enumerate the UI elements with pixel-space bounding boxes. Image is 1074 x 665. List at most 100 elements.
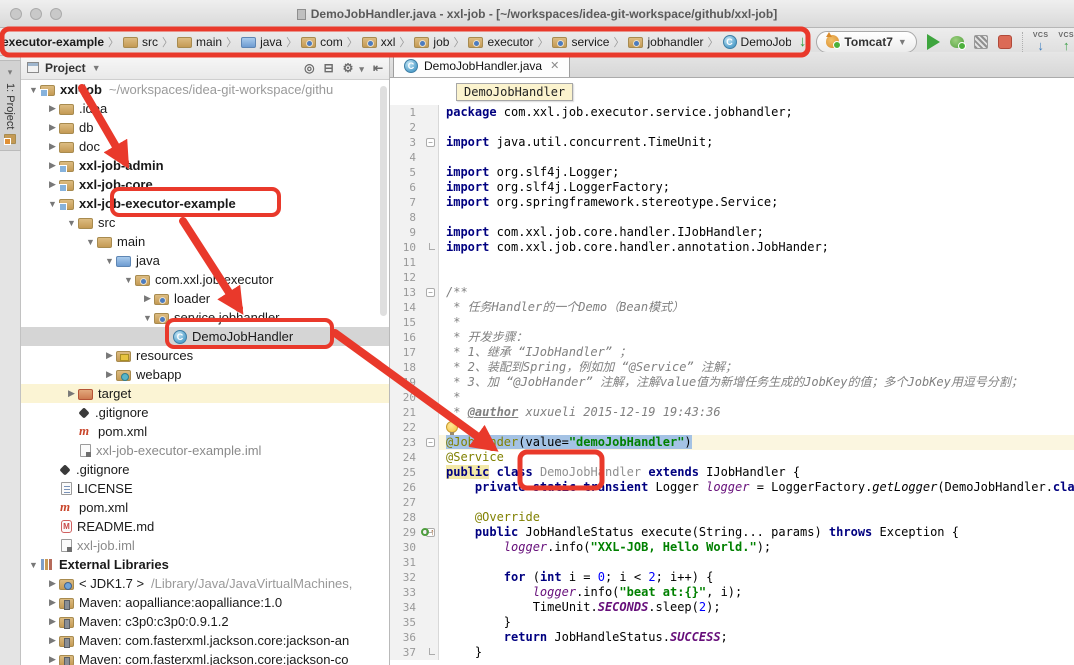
- code-line-15[interactable]: 15 *: [390, 315, 1074, 330]
- fold-marker-icon[interactable]: −: [426, 438, 435, 447]
- expand-toggle-icon[interactable]: ▶: [46, 141, 59, 152]
- chevron-down-icon[interactable]: ▼: [92, 63, 101, 73]
- fold-marker-icon[interactable]: −: [426, 288, 435, 297]
- code-line-27[interactable]: 27: [390, 495, 1074, 510]
- project-tool-window-tab[interactable]: ▾ 1: Project: [0, 60, 21, 151]
- expand-toggle-icon[interactable]: ▶: [46, 578, 59, 589]
- breadcrumb-item-xxl[interactable]: xxl: [362, 35, 396, 49]
- tree-row-license[interactable]: LICENSE: [21, 479, 389, 498]
- code-line-30[interactable]: 30 logger.info("XXL-JOB, Hello World.");: [390, 540, 1074, 555]
- breadcrumb-item-job[interactable]: job: [414, 35, 449, 49]
- debug-button[interactable]: [950, 36, 964, 48]
- tree-row-.gitignore[interactable]: .gitignore: [21, 460, 389, 479]
- expand-toggle-icon[interactable]: ▼: [27, 85, 40, 95]
- breadcrumb-item-demojobhandler[interactable]: DemoJobHandler: [723, 35, 791, 49]
- breadcrumb-item-jobhandler[interactable]: jobhandler: [628, 35, 703, 49]
- code-line-28[interactable]: 28 @Override: [390, 510, 1074, 525]
- expand-toggle-icon[interactable]: ▼: [65, 218, 78, 228]
- fold-marker-icon[interactable]: −: [426, 138, 435, 147]
- project-scrollbar[interactable]: [380, 86, 387, 316]
- code-line-35[interactable]: 35 }: [390, 615, 1074, 630]
- expand-toggle-icon[interactable]: ▶: [46, 103, 59, 114]
- code-line-1[interactable]: 1package com.xxl.job.executor.service.jo…: [390, 105, 1074, 120]
- tree-row-maven-com.fasterxml.jackson.core-jackson-an[interactable]: ▶Maven: com.fasterxml.jackson.core:jacks…: [21, 631, 389, 650]
- scroll-down-icon[interactable]: ↓: [799, 34, 807, 49]
- tree-row-target[interactable]: ▶target: [21, 384, 389, 403]
- tree-row-db[interactable]: ▶db: [21, 118, 389, 137]
- tree-row-resources[interactable]: ▶resources: [21, 346, 389, 365]
- tree-row-src[interactable]: ▼src: [21, 213, 389, 232]
- expand-toggle-icon[interactable]: ▶: [103, 369, 116, 380]
- code-line-36[interactable]: 36 return JobHandleStatus.SUCCESS;: [390, 630, 1074, 645]
- tree-row-loader[interactable]: ▶loader: [21, 289, 389, 308]
- code-line-14[interactable]: 14 * 任务Handler的一个Demo（Bean模式）: [390, 300, 1074, 315]
- expand-toggle-icon[interactable]: ▶: [46, 160, 59, 171]
- code-line-7[interactable]: 7import org.springframework.stereotype.S…: [390, 195, 1074, 210]
- code-line-6[interactable]: 6import org.slf4j.LoggerFactory;: [390, 180, 1074, 195]
- tree-row-pom.xml[interactable]: pom.xml: [21, 498, 389, 517]
- expand-toggle-icon[interactable]: ▶: [46, 597, 59, 608]
- fold-marker-icon[interactable]: [429, 243, 435, 250]
- expand-toggle-icon[interactable]: ▶: [46, 122, 59, 133]
- tree-row-com.xxl.job.executor[interactable]: ▼com.xxl.job.executor: [21, 270, 389, 289]
- expand-toggle-icon[interactable]: ▼: [46, 199, 59, 209]
- code-line-34[interactable]: 34 TimeUnit.SECONDS.sleep(2);: [390, 600, 1074, 615]
- run-button[interactable]: [927, 34, 940, 50]
- tree-row--jdk1.7-[interactable]: ▶< JDK1.7 >/Library/Java/JavaVirtualMach…: [21, 574, 389, 593]
- code-line-24[interactable]: 24@Service: [390, 450, 1074, 465]
- code-line-8[interactable]: 8: [390, 210, 1074, 225]
- fold-marker-icon[interactable]: [429, 648, 435, 655]
- tree-row-maven-c3p0-c3p0-0.9.1.2[interactable]: ▶Maven: c3p0:c3p0:0.9.1.2: [21, 612, 389, 631]
- code-line-4[interactable]: 4: [390, 150, 1074, 165]
- code-line-29[interactable]: 29− public JobHandleStatus execute(Strin…: [390, 525, 1074, 540]
- breadcrumb-item-executor[interactable]: executor: [468, 35, 533, 49]
- gear-icon[interactable]: ⚙▾: [343, 61, 364, 75]
- breadcrumb-item-com[interactable]: com: [301, 35, 343, 49]
- editor-tab-demojobhandler[interactable]: DemoJobHandler.java ✕: [393, 53, 570, 77]
- breadcrumb-item-service[interactable]: service: [552, 35, 609, 49]
- tree-row-java[interactable]: ▼java: [21, 251, 389, 270]
- code-editor[interactable]: 1package com.xxl.job.executor.service.jo…: [390, 105, 1074, 665]
- collapse-all-icon[interactable]: ⊟: [324, 61, 334, 75]
- tree-row-doc[interactable]: ▶doc: [21, 137, 389, 156]
- tree-row-xxl-job-admin[interactable]: ▶xxl-job-admin: [21, 156, 389, 175]
- run-configuration-select[interactable]: Tomcat7 ▼: [816, 31, 916, 53]
- hide-panel-icon[interactable]: ⇤: [373, 61, 383, 75]
- code-line-16[interactable]: 16 * 开发步骤：: [390, 330, 1074, 345]
- code-line-22[interactable]: 22: [390, 420, 1074, 435]
- code-line-2[interactable]: 2: [390, 120, 1074, 135]
- tree-row-.idea[interactable]: ▶.idea: [21, 99, 389, 118]
- expand-toggle-icon[interactable]: ▶: [46, 654, 59, 665]
- expand-toggle-icon[interactable]: ▶: [46, 179, 59, 190]
- coverage-button[interactable]: [974, 35, 988, 49]
- expand-toggle-icon[interactable]: ▼: [84, 237, 97, 247]
- tree-row-webapp[interactable]: ▶webapp: [21, 365, 389, 384]
- expand-toggle-icon[interactable]: ▼: [27, 560, 40, 570]
- breadcrumb-item-java[interactable]: java: [241, 35, 282, 49]
- tree-row-readme.md[interactable]: README.md: [21, 517, 389, 536]
- tree-row-xxl-job-executor-example.iml[interactable]: xxl-job-executor-example.iml: [21, 441, 389, 460]
- tree-row-maven-com.fasterxml.jackson.core-jackson-co[interactable]: ▶Maven: com.fasterxml.jackson.core:jacks…: [21, 650, 389, 665]
- close-tab-icon[interactable]: ✕: [550, 59, 559, 72]
- tree-row-service.jobhandler[interactable]: ▼service.jobhandler: [21, 308, 389, 327]
- tree-row-.gitignore[interactable]: .gitignore: [21, 403, 389, 422]
- breadcrumb[interactable]: executor-example〉src〉main〉java〉com〉xxl〉j…: [0, 28, 791, 55]
- expand-toggle-icon[interactable]: ▶: [141, 293, 154, 304]
- stop-button[interactable]: [998, 35, 1012, 49]
- code-line-10[interactable]: 10import com.xxl.job.core.handler.annota…: [390, 240, 1074, 255]
- tree-row-main[interactable]: ▼main: [21, 232, 389, 251]
- breadcrumb-item-src[interactable]: src: [123, 35, 158, 49]
- code-line-3[interactable]: 3−import java.util.concurrent.TimeUnit;: [390, 135, 1074, 150]
- tree-row-xxl-job.iml[interactable]: xxl-job.iml: [21, 536, 389, 555]
- expand-toggle-icon[interactable]: ▼: [103, 256, 116, 266]
- code-line-21[interactable]: 21 * @author xuxueli 2015-12-19 19:43:36: [390, 405, 1074, 420]
- tree-row-xxl-job-executor-example[interactable]: ▼xxl-job-executor-example: [21, 194, 389, 213]
- intention-bulb-icon[interactable]: [446, 421, 458, 433]
- expand-toggle-icon[interactable]: ▼: [122, 275, 135, 285]
- code-line-31[interactable]: 31: [390, 555, 1074, 570]
- breadcrumb-item-main[interactable]: main: [177, 35, 222, 49]
- code-line-25[interactable]: 25public class DemoJobHandler extends IJ…: [390, 465, 1074, 480]
- code-line-18[interactable]: 18 * 2、装配到Spring，例如加 “@Service” 注解；: [390, 360, 1074, 375]
- tree-row-external-libraries[interactable]: ▼External Libraries: [21, 555, 389, 574]
- locate-icon[interactable]: ◎: [304, 61, 314, 75]
